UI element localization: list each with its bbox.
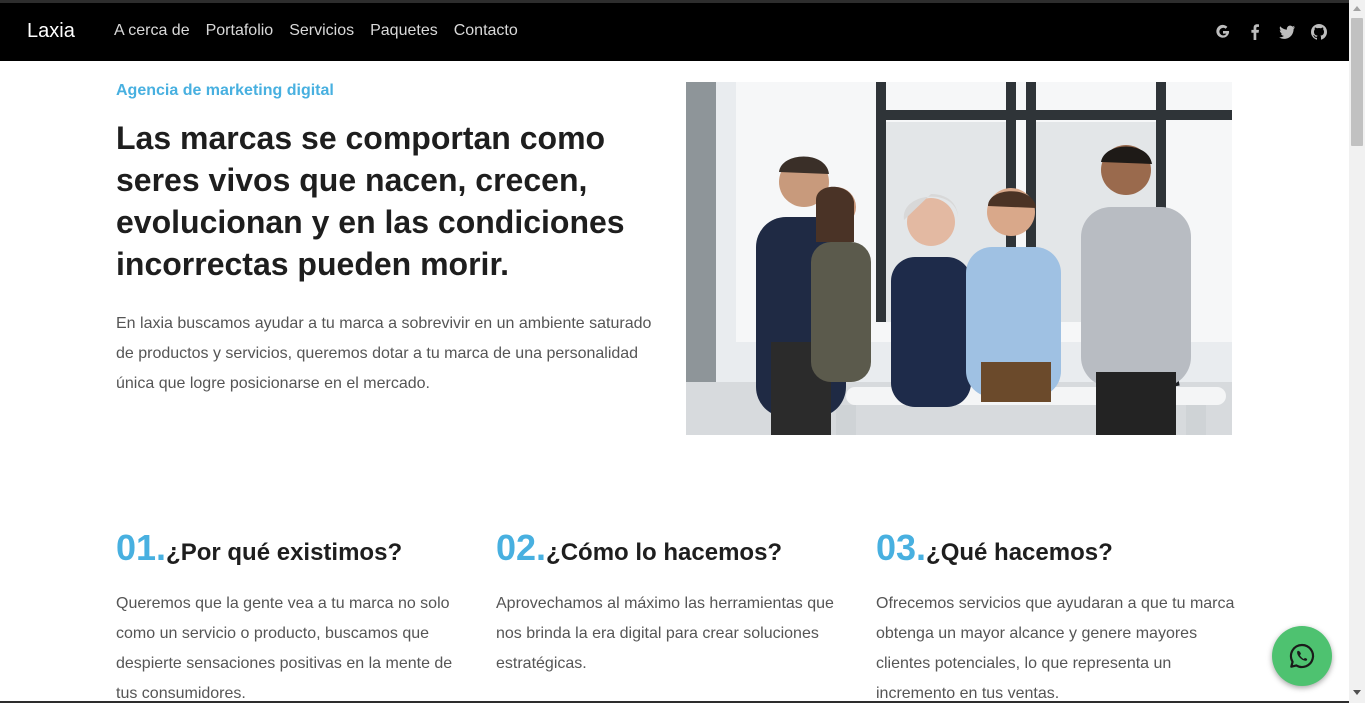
scroll-down-arrow[interactable] [1353, 690, 1361, 695]
hero-eyebrow: Agencia de marketing digital [116, 82, 334, 99]
feature-heading: ¿Cómo lo hacemos? [546, 539, 783, 566]
whatsapp-button[interactable] [1272, 626, 1332, 686]
google-icon[interactable] [1213, 22, 1233, 42]
social-links [1213, 22, 1329, 42]
scrollbar-thumb[interactable] [1351, 18, 1363, 146]
feature-heading: ¿Por qué existimos? [166, 539, 403, 566]
nav-link-portfolio[interactable]: Portafolio [206, 22, 274, 40]
feature-what: 03.¿Qué hacemos? Ofrecemos servicios que… [876, 527, 1236, 709]
hero-description: En laxia buscamos ayudar a tu marca a so… [116, 315, 652, 392]
feature-title: 02.¿Cómo lo hacemos? [496, 527, 856, 569]
feature-number: 01. [116, 527, 167, 568]
feature-number: 02. [496, 527, 547, 568]
scroll-up-arrow[interactable] [1353, 6, 1361, 11]
brand-logo[interactable]: Laxia [27, 20, 75, 43]
team-meeting-photo [686, 82, 1232, 435]
twitter-icon[interactable] [1277, 22, 1297, 42]
github-icon[interactable] [1309, 22, 1329, 42]
nav-link-about[interactable]: A cerca de [114, 22, 190, 40]
facebook-icon[interactable] [1245, 22, 1265, 42]
feature-title: 01.¿Por qué existimos? [116, 527, 476, 569]
feature-text: Queremos que la gente vea a tu marca no … [116, 595, 453, 702]
nav-link-contact[interactable]: Contacto [454, 22, 518, 40]
navbar: Laxia A cerca de Portafolio Servicios Pa… [0, 3, 1349, 61]
nav-menu: A cerca de Portafolio Servicios Paquetes… [114, 22, 518, 40]
feature-number: 03. [876, 527, 927, 568]
whatsapp-icon [1289, 643, 1315, 669]
hero-headline: Las marcas se comportan como seres vivos… [116, 120, 625, 282]
feature-title: 03.¿Qué hacemos? [876, 527, 1236, 569]
feature-why: 01.¿Por qué existimos? Queremos que la g… [116, 527, 476, 709]
nav-link-services[interactable]: Servicios [289, 22, 354, 40]
feature-how: 02.¿Cómo lo hacemos? Aprovechamos al máx… [496, 527, 856, 679]
feature-heading: ¿Qué hacemos? [926, 539, 1113, 566]
nav-link-packages[interactable]: Paquetes [370, 22, 438, 40]
feature-text: Ofrecemos servicios que ayudaran a que t… [876, 595, 1235, 702]
feature-text: Aprovechamos al máximo las herramientas … [496, 595, 834, 672]
